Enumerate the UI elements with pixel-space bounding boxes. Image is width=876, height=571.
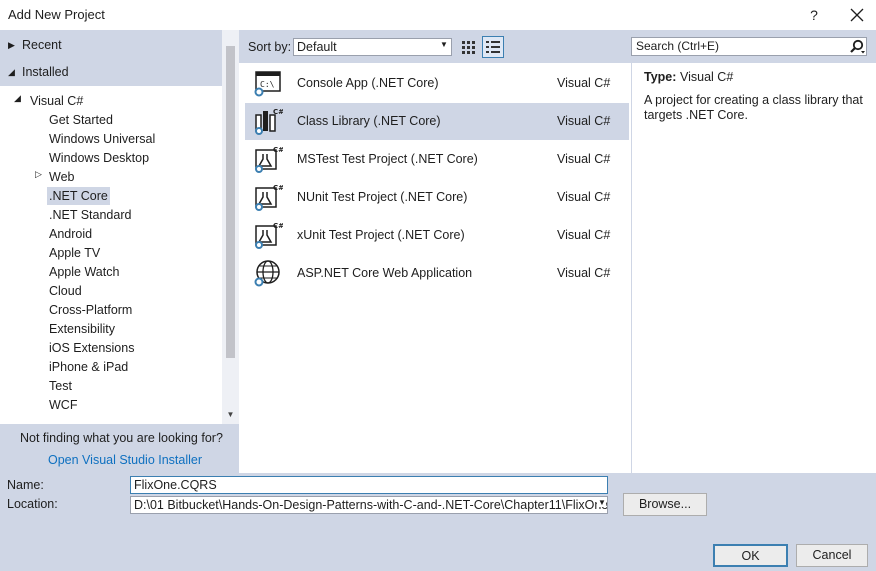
test-project-icon: C# <box>255 146 283 173</box>
template-language: Visual C# <box>557 266 611 280</box>
search-icon[interactable] <box>849 39 865 54</box>
tree-item-cross-platform[interactable]: Cross-Platform <box>49 301 132 319</box>
scroll-down-icon[interactable]: ▼ <box>223 410 238 420</box>
location-label: Location: <box>7 497 58 511</box>
svg-text:C#: C# <box>273 108 283 116</box>
grid-view-icon <box>462 41 475 54</box>
tree-item-net-standard[interactable]: .NET Standard <box>49 206 131 224</box>
grid-view-button[interactable] <box>460 38 478 56</box>
tree-item-visual-csharp[interactable]: Visual C# <box>30 92 83 110</box>
template-language: Visual C# <box>557 190 611 204</box>
svg-text:C#: C# <box>273 146 283 154</box>
dropdown-arrow-icon[interactable]: ▼ <box>597 498 606 507</box>
list-view-button[interactable] <box>482 36 504 58</box>
tree-item-wcf[interactable]: WCF <box>49 396 77 414</box>
expand-arrow-icon: ▶ <box>8 40 15 50</box>
tree-item-cloud[interactable]: Cloud <box>49 282 82 300</box>
tree-item-web[interactable]: Web <box>49 168 74 186</box>
type-label: Type: <box>644 70 677 84</box>
template-name: xUnit Test Project (.NET Core) <box>297 228 465 242</box>
project-name-input[interactable] <box>130 476 608 494</box>
close-button[interactable] <box>846 5 868 25</box>
template-name: MSTest Test Project (.NET Core) <box>297 152 478 166</box>
template-language: Visual C# <box>557 228 611 242</box>
expand-arrow-icon[interactable]: ▷ <box>35 169 42 180</box>
template-item[interactable]: C:\ Console App (.NET Core) Visual C# <box>245 65 629 102</box>
search-input[interactable]: Search (Ctrl+E) <box>631 37 867 56</box>
template-description: A project for creating a class library t… <box>644 93 863 122</box>
tree-item-apple-tv[interactable]: Apple TV <box>49 244 100 262</box>
tree-item-get-started[interactable]: Get Started <box>49 111 113 129</box>
template-item[interactable]: C# xUnit Test Project (.NET Core) Visual… <box>245 217 629 254</box>
template-item-selected[interactable]: C# Class Library (.NET Core) Visual C# <box>245 103 629 140</box>
type-value: Visual C# <box>680 70 734 84</box>
template-name: Console App (.NET Core) <box>297 76 439 90</box>
tree-item-ios-extensions[interactable]: iOS Extensions <box>49 339 134 357</box>
svg-text:C#: C# <box>273 184 283 192</box>
tree-item-net-core[interactable]: .NET Core <box>47 187 110 205</box>
template-list: C:\ Console App (.NET Core) Visual C# C#… <box>245 63 631 473</box>
not-finding-text: Not finding what you are looking for? <box>20 431 223 445</box>
recent-section[interactable]: ▶ Recent <box>0 33 222 57</box>
template-language: Visual C# <box>557 152 611 166</box>
tree-item-windows-universal[interactable]: Windows Universal <box>49 130 155 148</box>
cancel-button[interactable]: Cancel <box>796 544 868 567</box>
ok-button[interactable]: OK <box>713 544 788 567</box>
tree-item-iphone-ipad[interactable]: iPhone & iPad <box>49 358 128 376</box>
help-button[interactable]: ? <box>804 5 824 25</box>
template-language: Visual C# <box>557 76 611 90</box>
template-item[interactable]: ASP.NET Core Web Application Visual C# <box>245 255 629 292</box>
template-item[interactable]: C# MSTest Test Project (.NET Core) Visua… <box>245 141 629 178</box>
sort-by-label: Sort by: <box>248 40 292 54</box>
close-icon <box>850 8 864 22</box>
template-item[interactable]: C# NUnit Test Project (.NET Core) Visual… <box>245 179 629 216</box>
dropdown-arrow-icon[interactable]: ▼ <box>440 40 448 49</box>
tree-item-test[interactable]: Test <box>49 377 72 395</box>
svg-text:C#: C# <box>273 222 283 230</box>
title-bar <box>0 0 876 30</box>
test-project-icon: C# <box>255 222 283 249</box>
tree-scrollbar-thumb[interactable] <box>226 46 235 358</box>
collapse-arrow-icon[interactable]: ◢ <box>14 93 21 104</box>
recent-label: Recent <box>22 38 62 52</box>
template-name: Class Library (.NET Core) <box>297 114 441 128</box>
sort-by-select[interactable]: Default <box>293 38 452 56</box>
browse-button[interactable]: Browse... <box>623 493 707 516</box>
template-name: NUnit Test Project (.NET Core) <box>297 190 468 204</box>
console-app-icon: C:\ <box>254 71 281 97</box>
test-project-icon: C# <box>255 184 283 211</box>
tree-item-windows-desktop[interactable]: Windows Desktop <box>49 149 149 167</box>
collapse-arrow-icon: ◢ <box>8 67 15 77</box>
web-application-icon <box>254 260 280 287</box>
installed-label: Installed <box>22 65 69 79</box>
template-language: Visual C# <box>557 114 611 128</box>
dialog-title: Add New Project <box>8 7 105 22</box>
location-select[interactable]: D:\01 Bitbucket\Hands-On-Design-Patterns… <box>130 496 608 514</box>
tree-item-extensibility[interactable]: Extensibility <box>49 320 115 338</box>
svg-text:C:\: C:\ <box>260 80 275 89</box>
list-view-icon <box>486 41 500 53</box>
installed-section[interactable]: ◢ Installed <box>0 60 222 84</box>
tree-item-android[interactable]: Android <box>49 225 92 243</box>
template-name: ASP.NET Core Web Application <box>297 266 473 280</box>
class-library-icon: C# <box>255 108 283 135</box>
tree-item-apple-watch[interactable]: Apple Watch <box>49 263 119 281</box>
name-label: Name: <box>7 478 44 492</box>
open-installer-link[interactable]: Open Visual Studio Installer <box>48 453 202 467</box>
template-tree: ◢ Visual C# Get Started Windows Universa… <box>0 86 222 424</box>
